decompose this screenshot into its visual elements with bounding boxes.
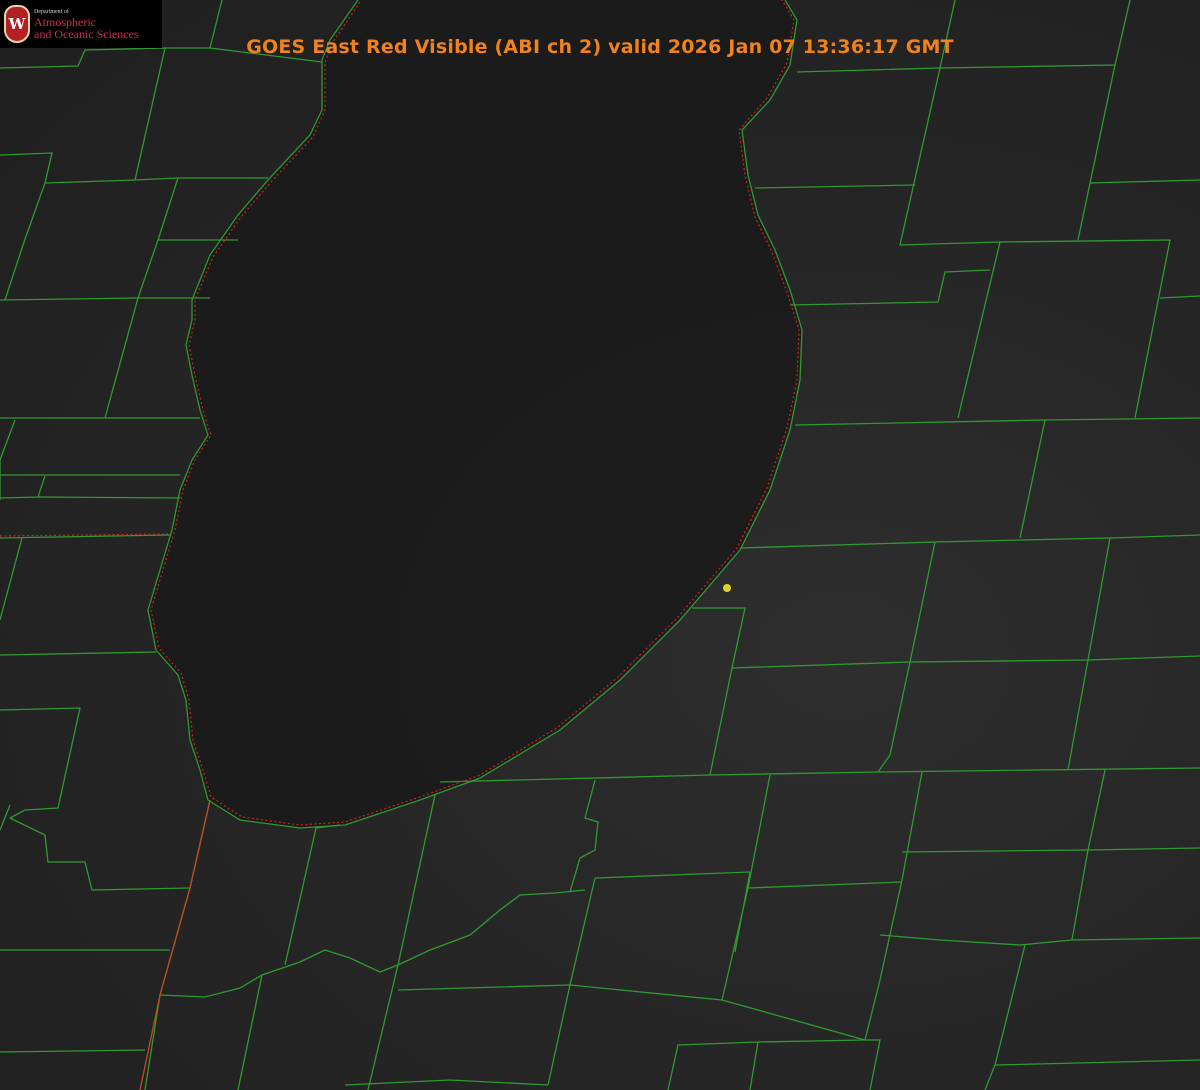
map-canvas [0, 0, 1200, 1090]
image-title: GOES East Red Visible (ABI ch 2) valid 2… [246, 36, 954, 58]
satellite-map-view: W Department of Atmospheric and Oceanic … [0, 0, 1200, 1090]
seal-letter: W [8, 15, 26, 33]
location-marker[interactable] [723, 584, 731, 592]
logo-text: Department of Atmospheric and Oceanic Sc… [34, 9, 139, 40]
logo-line-1: Atmospheric [34, 14, 96, 29]
state-border-south [139, 799, 211, 1090]
logo-department: Department of [34, 8, 69, 15]
lake-water [148, 0, 802, 828]
